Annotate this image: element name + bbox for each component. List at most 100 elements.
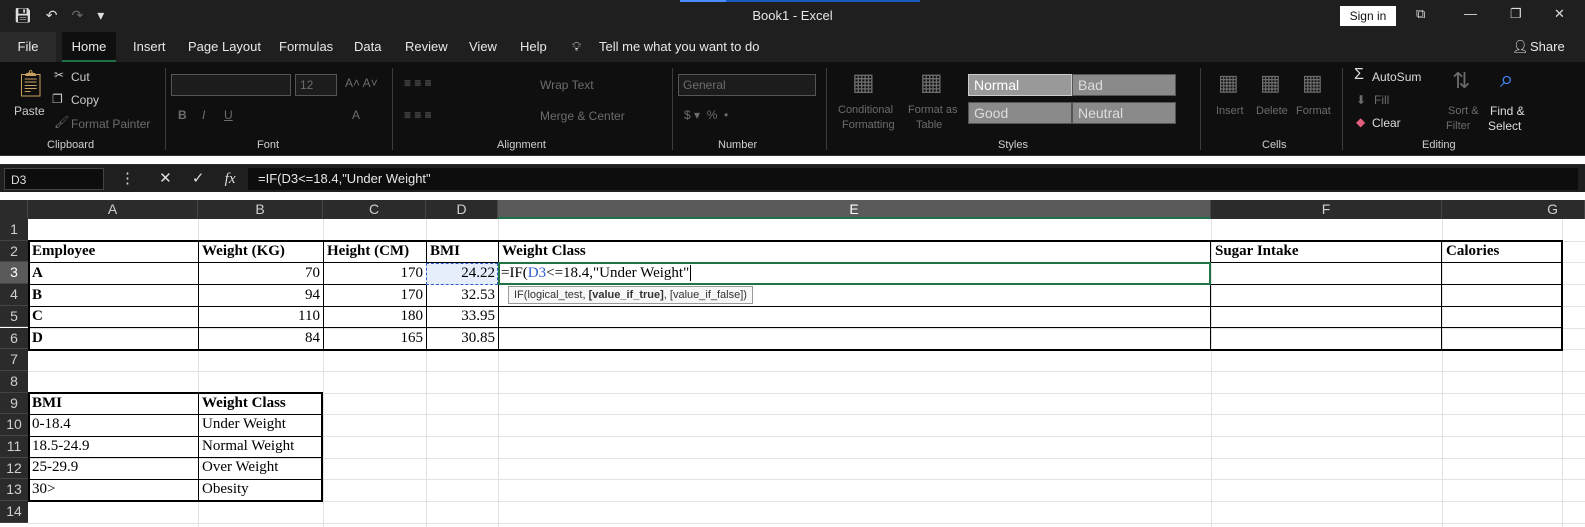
style-neutral[interactable]: Neutral — [1072, 102, 1176, 124]
fill-button[interactable]: Fill — [1374, 93, 1389, 107]
tab-page-layout[interactable]: Page Layout — [186, 32, 263, 62]
delete-cells-button[interactable]: Delete — [1256, 105, 1288, 117]
restore-icon[interactable]: ❐ — [1510, 6, 1522, 22]
row-header[interactable]: 4 — [0, 284, 28, 306]
grow-font-icon[interactable]: A˄ A˅ — [345, 76, 378, 90]
bold-icon[interactable]: B — [178, 108, 187, 122]
cell-weight[interactable]: 94 — [200, 285, 322, 307]
tab-insert[interactable]: Insert — [131, 32, 168, 62]
tab-home[interactable]: Home — [62, 32, 116, 62]
cell-bmi[interactable]: 30.85 — [428, 328, 497, 350]
tell-me-search[interactable]: Tell me what you want to do — [597, 32, 761, 62]
lookup-class[interactable]: Over Weight — [200, 457, 320, 479]
insert-cells-button[interactable]: Insert — [1216, 105, 1244, 117]
conditional-formatting-button[interactable]: Conditional — [838, 104, 893, 116]
cut-button[interactable]: Cut — [71, 70, 90, 84]
active-cell-editor[interactable]: =IF(D3<=18.4,"Under Weight"​ — [498, 262, 1211, 285]
style-bad[interactable]: Bad — [1072, 74, 1176, 96]
function-argument-tooltip[interactable]: IF(logical_test, [value_if_true], [value… — [508, 286, 753, 304]
row-header[interactable]: 13 — [0, 479, 28, 502]
select-all-corner[interactable] — [0, 200, 28, 219]
format-cells-button[interactable]: Format — [1296, 105, 1331, 117]
autosum-button[interactable]: AutoSum — [1372, 70, 1421, 84]
cell-bmi[interactable]: 33.95 — [428, 306, 497, 328]
formula-input[interactable]: =IF(D3<=18.4,"Under Weight" — [248, 168, 1578, 190]
insert-function-icon[interactable]: fx — [225, 171, 236, 187]
cell-height[interactable]: 165 — [325, 328, 425, 350]
underline-icon[interactable]: U — [224, 108, 233, 122]
column-header-d[interactable]: D — [426, 200, 498, 219]
header-sugar-intake[interactable]: Sugar Intake — [1213, 241, 1439, 263]
cell-employee[interactable]: D — [30, 328, 196, 350]
align-top-icon[interactable]: ≡ ≡ ≡ — [404, 76, 432, 90]
column-header-c[interactable]: C — [323, 200, 426, 219]
close-icon[interactable]: ✕ — [1554, 6, 1565, 22]
row-header[interactable]: 9 — [0, 392, 28, 415]
row-header[interactable]: 5 — [0, 305, 28, 328]
cell-weight[interactable]: 84 — [200, 328, 322, 350]
cell-weight[interactable]: 70 — [200, 263, 322, 285]
style-good[interactable]: Good — [968, 102, 1072, 124]
lookup-class[interactable]: Obesity — [200, 479, 320, 501]
lookup-bmi-range[interactable]: 0-18.4 — [30, 414, 196, 436]
name-box[interactable]: D3 — [4, 168, 104, 190]
row-header[interactable]: 12 — [0, 457, 28, 480]
tab-help[interactable]: Help — [518, 32, 549, 62]
column-header-f[interactable]: F — [1211, 200, 1442, 219]
font-name-box[interactable] — [171, 74, 291, 96]
cancel-icon[interactable]: ✕ — [159, 170, 172, 187]
merge-center-button[interactable]: Merge & Center — [540, 109, 625, 123]
column-header-g[interactable]: G — [1442, 200, 1585, 219]
cell-bmi[interactable]: 32.53 — [428, 285, 497, 307]
header-weight[interactable]: Weight (KG) — [200, 241, 322, 263]
find-select-button[interactable]: Find & — [1490, 104, 1525, 118]
header-weight-class[interactable]: Weight Class — [500, 241, 1208, 263]
column-header-a[interactable]: A — [28, 200, 198, 219]
lookup-class[interactable]: Normal Weight — [200, 436, 320, 458]
cell-height[interactable]: 170 — [325, 263, 425, 285]
minimize-icon[interactable]: — — [1464, 6, 1477, 21]
style-normal[interactable]: Normal — [968, 74, 1072, 96]
format-as-table-button[interactable]: Format as — [908, 104, 958, 116]
lookup-bmi-range[interactable]: 25-29.9 — [30, 457, 196, 479]
tab-view[interactable]: View — [467, 32, 499, 62]
more-icon[interactable]: ⋮ — [120, 170, 135, 187]
cell-employee[interactable]: C — [30, 306, 196, 328]
font-size-box[interactable]: 12 — [295, 74, 337, 96]
cell-bmi[interactable]: 24.22 — [428, 263, 497, 285]
sort-filter-button[interactable]: Sort & — [1448, 105, 1479, 117]
row-header[interactable]: 2 — [0, 240, 28, 263]
cell-employee[interactable]: B — [30, 285, 196, 307]
tab-data[interactable]: Data — [352, 32, 383, 62]
number-format-icons[interactable]: $ ▾ % • — [684, 108, 728, 122]
row-header[interactable]: 6 — [0, 327, 28, 350]
worksheet-grid[interactable]: A B C D E F G 1 2 3 4 5 6 7 8 9 10 11 12 13 14 Employ… — [0, 200, 1585, 527]
row-header[interactable]: 3 — [0, 262, 28, 285]
header-height[interactable]: Height (CM) — [325, 241, 425, 263]
header-bmi[interactable]: BMI — [428, 241, 497, 263]
ribbon-display-icon[interactable]: ⧉ — [1416, 6, 1425, 22]
number-format-box[interactable]: General — [678, 74, 816, 96]
lookup-header-bmi[interactable]: BMI — [30, 393, 196, 415]
wrap-text-button[interactable]: Wrap Text — [540, 78, 594, 92]
paste-button[interactable]: Paste — [14, 104, 45, 118]
cell-weight[interactable]: 110 — [200, 306, 322, 328]
cell-height[interactable]: 170 — [325, 285, 425, 307]
header-calories[interactable]: Calories — [1444, 241, 1560, 263]
copy-button[interactable]: Copy — [71, 93, 99, 107]
column-header-b[interactable]: B — [198, 200, 323, 219]
clear-button[interactable]: Clear — [1372, 116, 1401, 130]
header-employee[interactable]: Employee — [30, 241, 196, 263]
tab-review[interactable]: Review — [403, 32, 450, 62]
row-header[interactable]: 8 — [0, 370, 28, 393]
align-left-icon[interactable]: ≡ ≡ ≡ — [404, 108, 432, 122]
row-header[interactable]: 10 — [0, 414, 28, 436]
column-header-e[interactable]: E — [498, 200, 1211, 219]
italic-icon[interactable]: I — [202, 108, 205, 122]
tab-file[interactable]: File — [0, 32, 56, 62]
tab-formulas[interactable]: Formulas — [277, 32, 335, 62]
lookup-bmi-range[interactable]: 30> — [30, 479, 196, 501]
row-header[interactable]: 7 — [0, 349, 28, 371]
paste-icon[interactable]: 📋︎ — [14, 68, 47, 99]
font-color-icon[interactable]: A — [352, 108, 360, 122]
